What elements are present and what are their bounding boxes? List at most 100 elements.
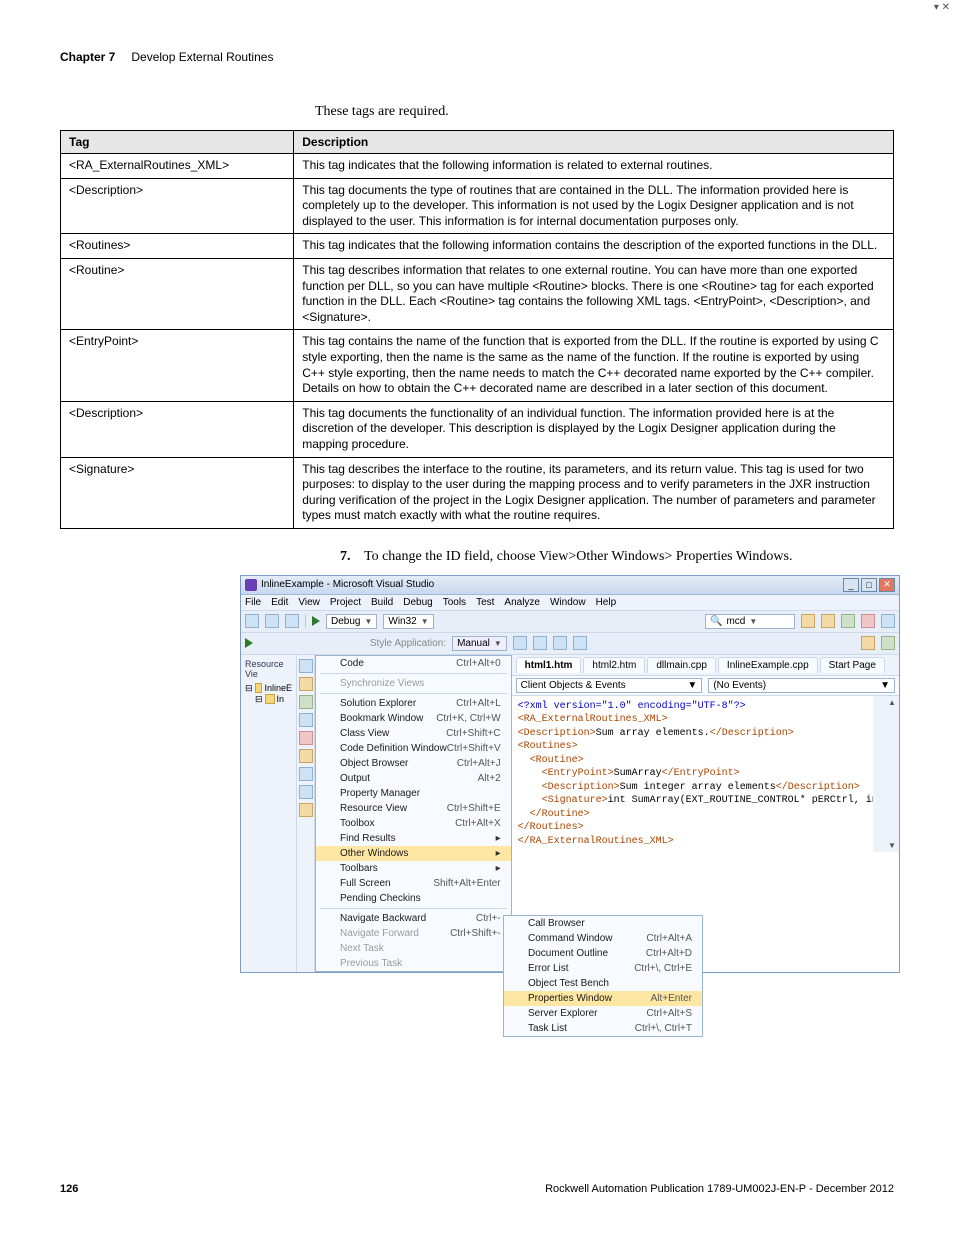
desc-cell: This tag describes the interface to the … xyxy=(294,457,894,528)
editor-tab[interactable]: dllmain.cpp xyxy=(647,657,716,673)
menu-item[interactable]: Class ViewCtrl+Shift+C xyxy=(316,726,511,741)
gutter-icon[interactable] xyxy=(299,785,313,799)
menu-item[interactable]: Solution ExplorerCtrl+Alt+L xyxy=(316,696,511,711)
publication-id: Rockwell Automation Publication 1789-UM0… xyxy=(545,1183,894,1195)
menu-window[interactable]: Window xyxy=(550,597,586,608)
editor-tab[interactable]: html2.htm xyxy=(583,657,645,673)
solution-tree[interactable]: ⊟InlineE ⊟In xyxy=(243,681,294,707)
tab-close-icon[interactable]: ▾ ✕ xyxy=(934,2,950,13)
intro-text: These tags are required. xyxy=(315,104,894,120)
editor-combo-bar[interactable]: Client Objects & Events▼ (No Events)▼ xyxy=(512,676,899,696)
platform-dropdown[interactable]: Win32▼ xyxy=(383,614,433,629)
event-combo[interactable]: (No Events)▼ xyxy=(708,678,895,693)
vs-side-panel[interactable]: Resource Vie ⊟InlineE ⊟In xyxy=(241,655,297,972)
close-button[interactable]: ✕ xyxy=(879,578,895,592)
gutter-icon[interactable] xyxy=(299,767,313,781)
menu-item[interactable]: Toolbars▸ xyxy=(316,861,511,876)
menu-tools[interactable]: Tools xyxy=(443,597,466,608)
editor-tab[interactable]: html1.htm xyxy=(516,657,582,673)
code-editor[interactable]: <?xml version="1.0" encoding="UTF-8"?> <… xyxy=(512,696,885,853)
menu-item[interactable]: Pending Checkins xyxy=(316,891,511,906)
view-menu[interactable]: CodeCtrl+Alt+0Synchronize ViewsSolution … xyxy=(315,655,512,972)
submenu-item[interactable]: Command WindowCtrl+Alt+A xyxy=(504,931,702,946)
menu-item: Navigate ForwardCtrl+Shift+- xyxy=(316,926,511,941)
menu-build[interactable]: Build xyxy=(371,597,393,608)
menu-item[interactable]: Other Windows▸ xyxy=(316,846,511,861)
submenu-item[interactable]: Document OutlineCtrl+Alt+D xyxy=(504,946,702,961)
editor-tab[interactable]: InlineExample.cpp xyxy=(718,657,818,673)
table-row: <EntryPoint>This tag contains the name o… xyxy=(61,330,894,401)
save-icon[interactable] xyxy=(285,614,299,628)
menu-edit[interactable]: Edit xyxy=(271,597,288,608)
vertical-scrollbar[interactable]: ▲▼ xyxy=(885,696,899,853)
fmt-icon-3[interactable] xyxy=(553,636,567,650)
tab-icon[interactable] xyxy=(861,636,875,650)
menu-item[interactable]: Full ScreenShift+Alt+Enter xyxy=(316,876,511,891)
menu-item[interactable]: OutputAlt+2 xyxy=(316,771,511,786)
fmt-icon-4[interactable] xyxy=(573,636,587,650)
menu-item[interactable]: ToolboxCtrl+Alt+X xyxy=(316,816,511,831)
menu-project[interactable]: Project xyxy=(330,597,361,608)
desc-cell: This tag documents the functionality of … xyxy=(294,401,894,457)
menu-item[interactable]: Resource ViewCtrl+Shift+E xyxy=(316,801,511,816)
menu-help[interactable]: Help xyxy=(596,597,617,608)
tool-icon-4[interactable] xyxy=(861,614,875,628)
gutter-icon[interactable] xyxy=(299,803,313,817)
fmt-icon-1[interactable] xyxy=(513,636,527,650)
menu-debug[interactable]: Debug xyxy=(403,597,432,608)
hex-icon[interactable] xyxy=(881,636,895,650)
menu-item[interactable]: Bookmark WindowCtrl+K, Ctrl+W xyxy=(316,711,511,726)
submenu-item[interactable]: Object Test Bench xyxy=(504,976,702,991)
submenu-item[interactable]: Server ExplorerCtrl+Alt+S xyxy=(504,1006,702,1021)
gutter-icon[interactable] xyxy=(299,695,313,709)
menu-item[interactable]: Code Definition WindowCtrl+Shift+V xyxy=(316,741,511,756)
submenu-item[interactable]: Properties WindowAlt+Enter xyxy=(504,991,702,1006)
vs-toolbar-row1[interactable]: Debug▼ Win32▼ 🔍mcd▼ xyxy=(241,611,899,633)
editor-tabs[interactable]: html1.htmhtml2.htmdllmain.cppInlineExamp… xyxy=(512,655,899,676)
new-project-icon[interactable] xyxy=(245,614,259,628)
gutter-icon[interactable] xyxy=(299,659,313,673)
object-combo[interactable]: Client Objects & Events▼ xyxy=(516,678,703,693)
play-icon[interactable] xyxy=(245,638,253,648)
menu-item[interactable]: Object BrowserCtrl+Alt+J xyxy=(316,756,511,771)
editor-tab[interactable]: Start Page xyxy=(820,657,885,673)
gutter-icon[interactable] xyxy=(299,731,313,745)
gutter-icon[interactable] xyxy=(299,713,313,727)
tool-icon-1[interactable] xyxy=(801,614,815,628)
menu-item[interactable]: Find Results▸ xyxy=(316,831,511,846)
desc-cell: This tag indicates that the following in… xyxy=(294,234,894,259)
submenu-item[interactable]: Task ListCtrl+\, Ctrl+T xyxy=(504,1021,702,1036)
maximize-button[interactable]: □ xyxy=(861,578,877,592)
tool-icon-2[interactable] xyxy=(821,614,835,628)
vs-toolbar-row2[interactable]: Style Application: Manual▼ xyxy=(241,633,899,655)
menu-view[interactable]: View xyxy=(298,597,320,608)
tool-icon-5[interactable] xyxy=(881,614,895,628)
menu-item: Previous Task xyxy=(316,956,511,971)
page-number: 126 xyxy=(60,1183,78,1195)
table-row: <Routines>This tag indicates that the fo… xyxy=(61,234,894,259)
vs-menubar[interactable]: File Edit View Project Build Debug Tools Test An… xyxy=(241,595,899,611)
menu-item[interactable]: CodeCtrl+Alt+0 xyxy=(316,656,511,671)
vs-titlebar[interactable]: InlineExample - Microsoft Visual Studio … xyxy=(241,576,899,595)
menu-item[interactable]: Navigate BackwardCtrl+- xyxy=(316,911,511,926)
menu-test[interactable]: Test xyxy=(476,597,494,608)
config-dropdown[interactable]: Debug▼ xyxy=(326,614,377,629)
start-debug-icon[interactable] xyxy=(312,616,320,626)
open-icon[interactable] xyxy=(265,614,279,628)
submenu-item[interactable]: Call Browser xyxy=(504,916,702,931)
table-row: <Signature>This tag describes the interf… xyxy=(61,457,894,528)
gutter-icon[interactable] xyxy=(299,677,313,691)
menu-analyze[interactable]: Analyze xyxy=(504,597,540,608)
other-windows-submenu[interactable]: Call BrowserCommand WindowCtrl+Alt+ADocu… xyxy=(503,915,703,1037)
fmt-icon-2[interactable] xyxy=(533,636,547,650)
tool-icon-3[interactable] xyxy=(841,614,855,628)
gutter-icon[interactable] xyxy=(299,749,313,763)
vs-logo-icon xyxy=(245,579,257,591)
menu-item[interactable]: Property Manager xyxy=(316,786,511,801)
resource-view-tab[interactable]: Resource Vie xyxy=(243,657,294,681)
find-dropdown[interactable]: 🔍mcd▼ xyxy=(705,614,795,629)
tag-cell: <EntryPoint> xyxy=(61,330,294,401)
menu-file[interactable]: File xyxy=(245,597,261,608)
submenu-item[interactable]: Error ListCtrl+\, Ctrl+E xyxy=(504,961,702,976)
minimize-button[interactable]: _ xyxy=(843,578,859,592)
